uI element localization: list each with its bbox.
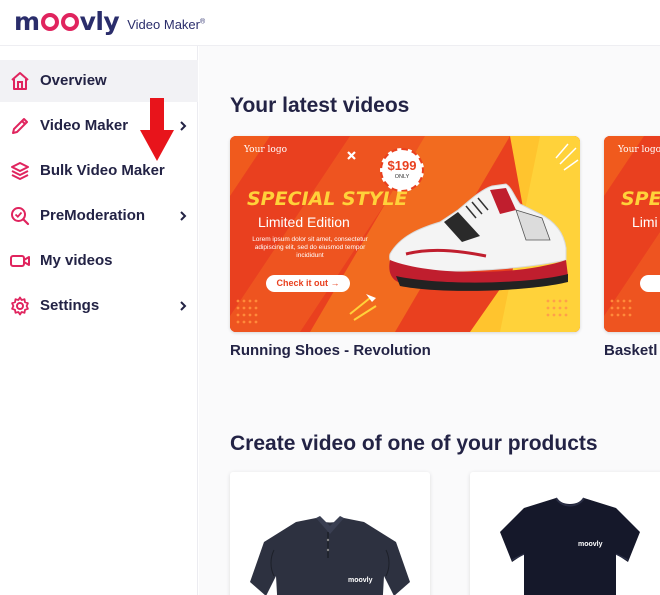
layers-icon (11, 162, 29, 180)
ad-subheadline: Limi (632, 214, 658, 230)
logo-wordmark: m vly (14, 6, 120, 36)
gear-icon (11, 296, 29, 316)
ad-cta-button: Ch (640, 275, 660, 292)
ad-headline: SPECIAL STYLE (247, 188, 408, 210)
ad-headline: SPEC (621, 188, 660, 210)
ad-logo-text: Your logo (244, 145, 288, 155)
ad-subheadline: Limited Edition (258, 214, 350, 230)
sidebar-item-label: Overview (40, 72, 107, 89)
sidebar-item-label: My videos (40, 252, 113, 269)
ad-body-text: Lorem ipsum dolor sit amet, consectetur … (252, 236, 368, 259)
logo-o-ring-icon (40, 13, 59, 31)
product-card-polo-shirt[interactable]: moovly (230, 472, 430, 595)
video-title[interactable]: Basketl (604, 342, 657, 359)
ad-logo-text: Your logo (618, 145, 660, 155)
sidebar-item-premoderation[interactable]: PreModeration (0, 195, 198, 237)
product-print-text: moovly (578, 541, 603, 548)
sidebar-item-label: PreModeration (40, 207, 146, 224)
video-card[interactable]: Your logo SPEC Limi Ch (604, 136, 660, 332)
home-icon (11, 72, 29, 90)
sidebar-item-label: Video Maker (40, 117, 129, 134)
logo-subtitle: Video Maker® (127, 16, 206, 32)
video-thumbnail (604, 136, 660, 332)
create-video-title: Create video of one of your products (230, 432, 598, 455)
main-content: Your latest videos Your logo $199 ONLY S… (199, 46, 660, 595)
app-header: m vly Video Maker® (0, 0, 660, 46)
price-badge: $199 ONLY (380, 148, 424, 192)
moovly-logo[interactable]: m vly Video Maker® (14, 2, 205, 40)
sidebar-item-overview[interactable]: Overview (0, 60, 198, 102)
sidebar-item-label: Settings (40, 297, 100, 314)
product-print-text: moovly (348, 577, 373, 584)
sidebar-item-label: Bulk Video Maker (40, 162, 165, 179)
latest-videos-title: Your latest videos (230, 94, 410, 117)
chevron-right-icon (180, 301, 187, 311)
pencil-icon (12, 118, 28, 134)
chevron-right-icon (180, 211, 187, 221)
chevron-right-icon (180, 121, 187, 131)
logo-o-ring-icon (60, 13, 79, 31)
sidebar-item-settings[interactable]: Settings (0, 285, 198, 327)
annotation-arrow-down-icon (140, 98, 174, 161)
polo-shirt-image: moovly (250, 516, 410, 595)
product-card-t-shirt[interactable]: moovly (470, 472, 660, 595)
video-title[interactable]: Running Shoes - Revolution (230, 342, 431, 359)
video-card[interactable]: Your logo $199 ONLY SPECIAL STYLE Limite… (230, 136, 580, 332)
t-shirt-image: moovly (500, 497, 640, 595)
sidebar-item-my-videos[interactable]: My videos (0, 240, 198, 282)
video-camera-icon (10, 255, 30, 267)
ad-cta-button: Check it out → (266, 275, 350, 292)
search-check-icon (11, 207, 30, 226)
